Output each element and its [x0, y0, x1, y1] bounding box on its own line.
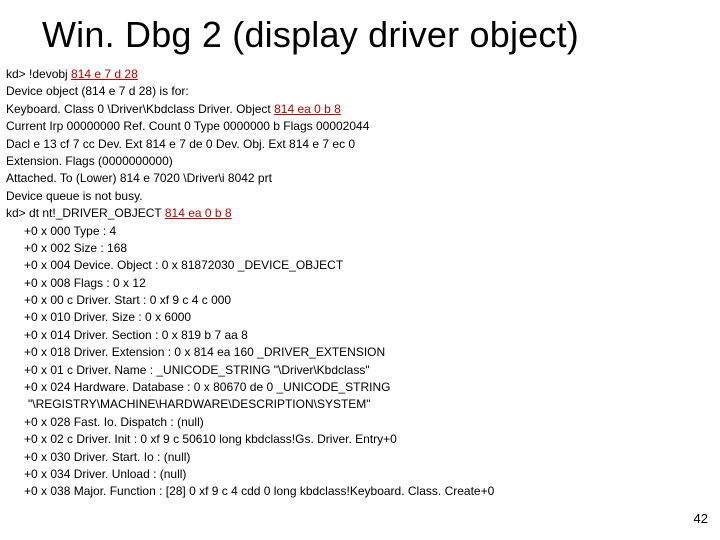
addr-814ea0b8-b: 814 ea 0 b 8	[165, 206, 232, 220]
line-0: kd> !devobj 814 e 7 d 28	[6, 66, 720, 83]
line-16: +0 x 018 Driver. Extension : 0 x 814 ea …	[24, 344, 720, 361]
addr-814e7d28: 814 e 7 d 28	[71, 67, 138, 81]
line-5: Extension. Flags (0000000000)	[6, 153, 720, 170]
line-17: +0 x 01 c Driver. Name : _UNICODE_STRING…	[24, 362, 720, 379]
line-15: +0 x 014 Driver. Section : 0 x 819 b 7 a…	[24, 327, 720, 344]
line-20: +0 x 028 Fast. Io. Dispatch : (null)	[24, 414, 720, 431]
line-22: +0 x 030 Driver. Start. Io : (null)	[24, 449, 720, 466]
line-10: +0 x 002 Size : 168	[24, 240, 720, 257]
page-number: 42	[694, 511, 708, 526]
slide-body: kd> !devobj 814 e 7 d 28 Device object (…	[6, 66, 720, 501]
line-12: +0 x 008 Flags : 0 x 12	[24, 275, 720, 292]
line-0-text: kd> !devobj	[6, 67, 71, 81]
line-2-text: Keyboard. Class 0 \Driver\Kbdclass Drive…	[6, 102, 274, 116]
line-2: Keyboard. Class 0 \Driver\Kbdclass Drive…	[6, 101, 720, 118]
line-19: "\REGISTRY\MACHINE\HARDWARE\DESCRIPTION\…	[28, 396, 720, 413]
line-4: Dacl e 13 cf 7 cc Dev. Ext 814 e 7 de 0 …	[6, 136, 720, 153]
line-8-text: kd> dt nt!_DRIVER_OBJECT	[6, 206, 165, 220]
line-18: +0 x 024 Hardware. Database : 0 x 80670 …	[24, 379, 720, 396]
line-8: kd> dt nt!_DRIVER_OBJECT 814 ea 0 b 8	[6, 205, 720, 222]
line-9: +0 x 000 Type : 4	[24, 223, 720, 240]
line-23: +0 x 034 Driver. Unload : (null)	[24, 466, 720, 483]
addr-814ea0b8-a: 814 ea 0 b 8	[274, 102, 341, 116]
line-3: Current Irp 00000000 Ref. Count 0 Type 0…	[6, 118, 720, 135]
line-14: +0 x 010 Driver. Size : 0 x 6000	[24, 309, 720, 326]
line-24: +0 x 038 Major. Function : [28] 0 xf 9 c…	[24, 483, 720, 500]
line-13: +0 x 00 c Driver. Start : 0 xf 9 c 4 c 0…	[24, 292, 720, 309]
line-21: +0 x 02 c Driver. Init : 0 xf 9 c 50610 …	[24, 431, 720, 448]
slide-title: Win. Dbg 2 (display driver object)	[42, 14, 720, 56]
line-1: Device object (814 e 7 d 28) is for:	[6, 83, 720, 100]
line-7: Device queue is not busy.	[6, 188, 720, 205]
slide: Win. Dbg 2 (display driver object) kd> !…	[0, 14, 720, 540]
line-11: +0 x 004 Device. Object : 0 x 81872030 _…	[24, 257, 720, 274]
line-6: Attached. To (Lower) 814 e 7020 \Driver\…	[6, 170, 720, 187]
